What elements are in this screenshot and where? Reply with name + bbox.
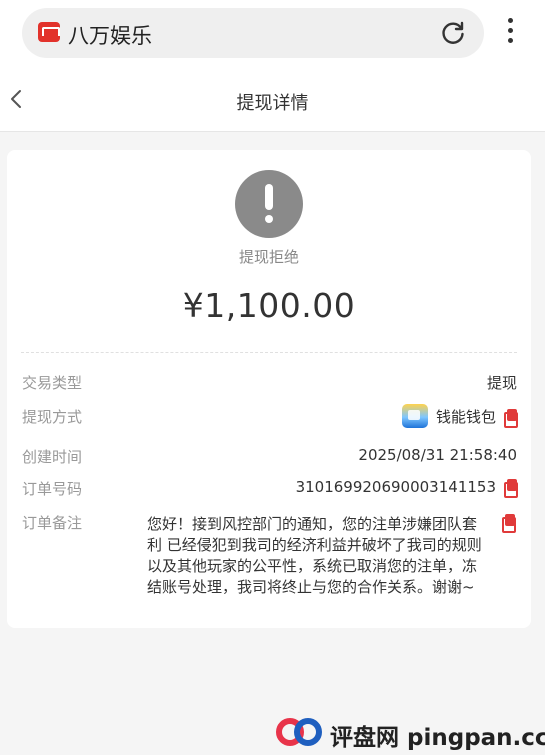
amount: ¥1,100.00 bbox=[182, 286, 356, 325]
page-header: 提现详情 bbox=[0, 66, 545, 132]
status-text: 提现拒绝 bbox=[238, 248, 299, 266]
method-value-row: 钱能钱包 bbox=[401, 404, 518, 428]
copy-icon[interactable] bbox=[504, 479, 518, 498]
url-field[interactable]: 八万娱乐 bbox=[22, 8, 484, 58]
kebab-menu-icon[interactable] bbox=[502, 18, 518, 48]
remark-label: 订单备注 bbox=[22, 514, 83, 532]
order-number-label: 订单号码 bbox=[22, 480, 83, 498]
reload-icon[interactable] bbox=[440, 20, 466, 46]
browser-address-bar: 八万娱乐 bbox=[0, 0, 545, 66]
wallet-app-icon bbox=[401, 404, 428, 428]
copy-icon[interactable] bbox=[502, 514, 516, 533]
method-value: 钱能钱包 bbox=[435, 408, 496, 426]
site-name: 八万娱乐 bbox=[68, 24, 152, 48]
type-value: 提现 bbox=[486, 374, 517, 392]
watermark-logo-icon bbox=[276, 718, 324, 746]
exclamation-circle-icon bbox=[235, 170, 303, 238]
site-logo-icon bbox=[38, 22, 60, 42]
watermark: 评盘网 pingpan.cc bbox=[276, 712, 545, 752]
method-label: 提现方式 bbox=[22, 408, 83, 426]
divider bbox=[21, 352, 517, 353]
type-label: 交易类型 bbox=[22, 374, 83, 392]
watermark-text: 评盘网 pingpan.cc bbox=[330, 725, 545, 751]
created-label: 创建时间 bbox=[22, 448, 83, 466]
page-title: 提现详情 bbox=[236, 93, 309, 114]
order-number-value: 3101699206900031411​53 bbox=[295, 478, 496, 496]
copy-icon[interactable] bbox=[504, 409, 518, 428]
created-value: 2025/08/31 21:58:40 bbox=[358, 446, 517, 464]
order-number-row: 3101699206900031411​53 bbox=[295, 478, 518, 498]
withdrawal-detail-card: 提现拒绝 ¥1,100.00 交易类型 提现 提现方式 钱能钱包 创建时间 20… bbox=[7, 150, 531, 628]
remark-value: 您好！接到风控部门的通知，您的注单涉嫌团队套利 已经侵犯到我司的经济利益并破坏了… bbox=[147, 515, 482, 596]
